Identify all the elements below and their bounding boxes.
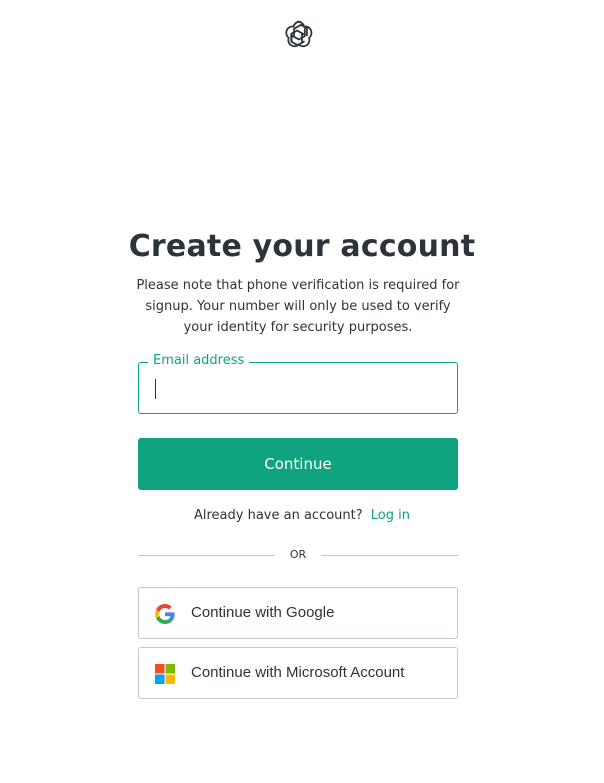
- email-field[interactable]: Email address: [138, 352, 458, 414]
- divider-line-right: [321, 555, 458, 556]
- signup-page: Create your account Please note that pho…: [0, 0, 604, 783]
- email-input[interactable]: [139, 363, 457, 413]
- login-prompt-row: Already have an account? Log in: [0, 507, 604, 525]
- openai-logo-icon: [281, 18, 315, 52]
- google-button-label: Continue with Google: [191, 604, 335, 621]
- or-divider: OR: [138, 546, 458, 564]
- phone-verification-notice: Please note that phone verification is r…: [136, 278, 460, 335]
- text-caret: [155, 379, 156, 399]
- google-icon: [155, 604, 175, 624]
- login-prompt-text: Already have an account?: [193, 508, 363, 523]
- continue-with-google-button[interactable]: Continue with Google: [138, 587, 458, 639]
- continue-with-microsoft-button[interactable]: Continue with Microsoft Account: [138, 647, 458, 699]
- microsoft-icon: [155, 664, 175, 684]
- microsoft-button-label: Continue with Microsoft Account: [191, 664, 405, 681]
- page-title: Create your account: [128, 229, 476, 264]
- login-link[interactable]: Log in: [371, 508, 410, 523]
- continue-button[interactable]: Continue: [138, 438, 458, 490]
